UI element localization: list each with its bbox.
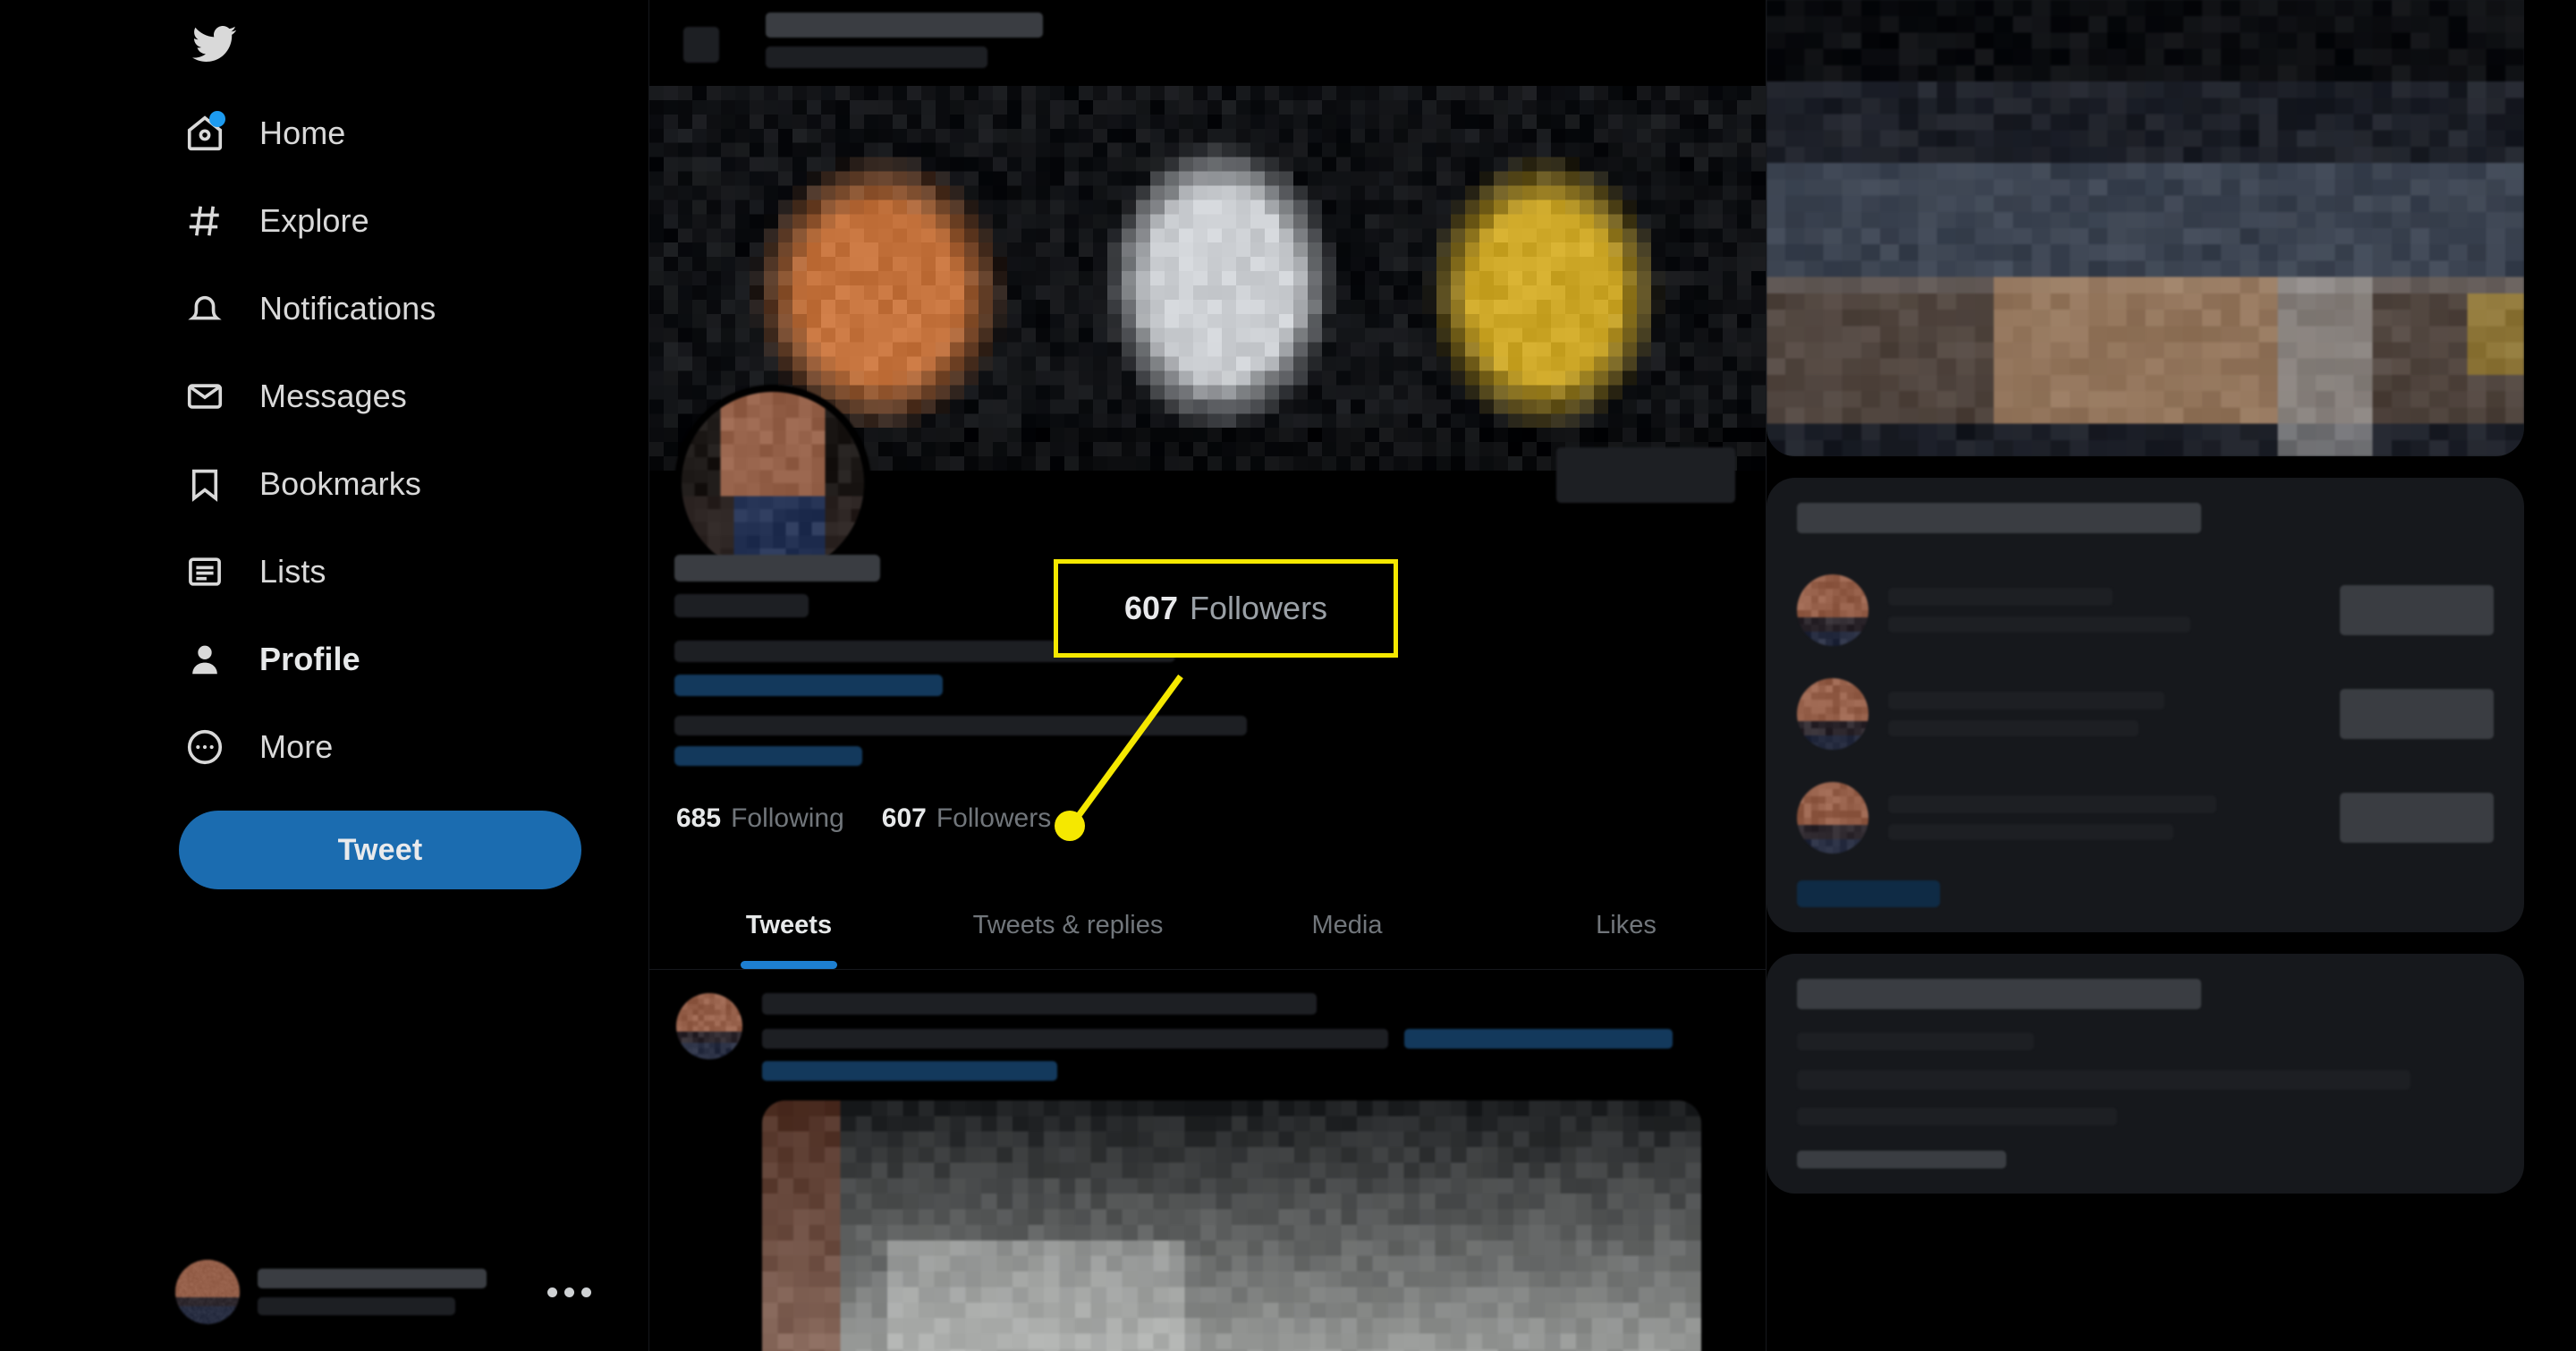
twitter-app: Home Explore Notifications Messages Book… [0, 0, 2576, 1351]
sidebar-item-messages[interactable]: Messages [175, 353, 596, 440]
more-circle-icon [181, 723, 229, 771]
list-item[interactable] [1767, 766, 2524, 870]
right-sidebar [1767, 0, 2576, 1351]
user-name-placeholder [1888, 795, 2320, 840]
following-stat[interactable]: 685 Following [676, 805, 844, 832]
tab-media[interactable]: Media [1208, 882, 1487, 969]
profile-stats: 685 Following 607 Followers [676, 805, 1051, 832]
ellipsis-icon[interactable] [542, 1287, 596, 1297]
profile-avatar[interactable] [674, 385, 871, 582]
following-label: Following [731, 803, 844, 833]
avatar [175, 1260, 240, 1324]
home-icon [181, 109, 229, 157]
profile-tabs: Tweets Tweets & replies Media Likes [649, 882, 1766, 970]
tab-tweets-replies[interactable]: Tweets & replies [928, 882, 1208, 969]
sidebar-item-explore[interactable]: Explore [175, 177, 596, 265]
sidebar-item-label: Bookmarks [259, 465, 421, 502]
followers-label: Followers [936, 803, 1052, 833]
sidebar-item-label: Lists [259, 553, 326, 590]
user-name-placeholder [1888, 588, 2320, 633]
tweet-button[interactable]: Tweet [179, 811, 581, 889]
bookmark-icon [181, 460, 229, 508]
card-heading-placeholder [1797, 503, 2201, 533]
tab-tweets[interactable]: Tweets [649, 882, 928, 969]
sidebar-item-bookmarks[interactable]: Bookmarks [175, 440, 596, 528]
trends-card [1767, 954, 2524, 1194]
show-more-link[interactable] [1797, 880, 1940, 907]
followers-stat[interactable]: 607 Followers [882, 805, 1051, 832]
followers-count: 607 [881, 803, 927, 833]
follow-button[interactable] [2340, 793, 2494, 843]
sidebar-item-more[interactable]: More [175, 703, 596, 791]
avatar[interactable] [676, 993, 742, 1059]
list-icon [181, 548, 229, 596]
user-name-placeholder [1888, 692, 2320, 736]
account-name-placeholder [258, 1269, 524, 1315]
profile-header-bar [649, 0, 1766, 86]
avatar [1797, 678, 1868, 750]
edit-profile-button[interactable] [1556, 447, 1735, 503]
back-arrow-icon[interactable] [683, 27, 719, 63]
tweet-item[interactable] [649, 970, 1766, 1351]
sidebar-item-label: Home [259, 115, 346, 151]
envelope-icon [181, 372, 229, 421]
header-name-placeholder [766, 13, 1043, 72]
sidebar-item-label: Messages [259, 378, 407, 414]
avatar [1797, 574, 1868, 646]
tweet-text-placeholder [762, 993, 1739, 1081]
hashtag-icon [181, 197, 229, 245]
sidebar-item-lists[interactable]: Lists [175, 528, 596, 616]
bell-icon [181, 285, 229, 333]
sidebar-item-profile[interactable]: Profile [175, 616, 596, 703]
tab-likes[interactable]: Likes [1487, 882, 1766, 969]
sidebar-item-label: More [259, 728, 334, 765]
profile-column: 685 Following 607 Followers Tweets Tweet… [648, 0, 1767, 1351]
sidebar-item-label: Explore [259, 202, 369, 239]
sidebar-item-notifications[interactable]: Notifications [175, 265, 596, 353]
media-card[interactable] [1767, 0, 2524, 456]
list-item[interactable] [1767, 558, 2524, 662]
home-unread-badge [209, 111, 225, 127]
account-switcher[interactable] [175, 1245, 596, 1338]
tweet-feed [649, 970, 1766, 1351]
sidebar-item-label: Notifications [259, 290, 436, 327]
card-heading-placeholder [1797, 979, 2201, 1009]
follow-button[interactable] [2340, 585, 2494, 635]
list-item[interactable] [1767, 662, 2524, 766]
sidebar-item-home[interactable]: Home [175, 89, 596, 177]
sidebar-item-label: Profile [259, 641, 360, 677]
profile-bio-placeholder [674, 555, 1676, 766]
primary-sidebar: Home Explore Notifications Messages Book… [0, 0, 648, 1351]
twitter-bird-icon[interactable] [175, 5, 252, 82]
person-icon [181, 635, 229, 684]
following-count: 685 [676, 803, 722, 833]
follow-button[interactable] [2340, 689, 2494, 739]
sidebar-nav-list: Home Explore Notifications Messages Book… [175, 89, 596, 791]
who-to-follow-card [1767, 478, 2524, 932]
tweet-media-image[interactable] [762, 1100, 1701, 1351]
avatar [1797, 782, 1868, 854]
